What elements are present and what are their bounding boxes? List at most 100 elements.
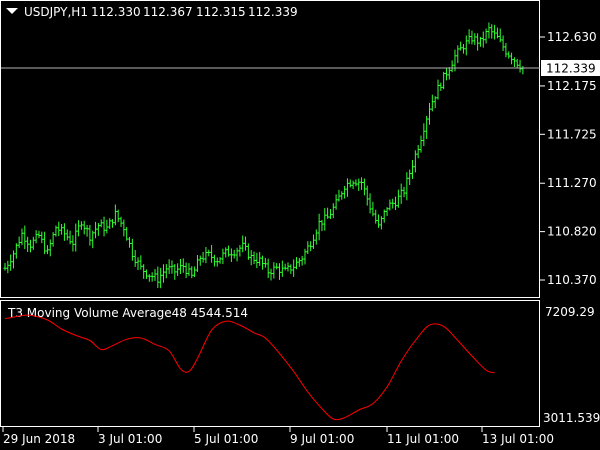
ohlc-bar [507,51,511,59]
ohlc-bar [439,82,443,91]
ohlc-bar [394,196,398,211]
ohlc-bar [102,216,106,237]
ohlc-bar [272,262,276,279]
ohlc-bar [28,239,32,253]
ohlc-bar [379,216,383,230]
ohlc-bar [181,258,185,273]
ohlc-bar [37,230,41,239]
ohlc-bar [45,245,49,255]
ohlc-bar [303,248,307,265]
ohlc-bar [266,258,270,279]
ohlc-bar [263,257,267,268]
ohlc-bar [419,135,423,153]
ohlc-bar [235,247,239,262]
ohlc-bar [416,144,420,159]
ohlc-bar [201,251,205,263]
indicator-max-label: 7209.29 [545,305,595,319]
ohlc-bar [227,245,231,257]
ohlc-bar [133,249,137,267]
ohlc-bar [354,179,358,187]
ohlc-bar [504,43,508,58]
ohlc-bar [374,209,378,224]
ohlc-bar [3,262,7,271]
ohlc-bar [464,35,468,56]
ohlc-bar [289,264,293,274]
ohlc-bar [249,250,253,266]
ohlc-bar [442,71,446,90]
ohlc-bar [85,224,89,237]
ohlc-bar [521,65,525,75]
time-tick-label: 13 Jul 01:00 [482,432,554,446]
ohlc-bar [77,220,81,237]
main-panel-frame [0,0,540,298]
ohlc-bar [343,185,347,199]
ohlc-bar [371,201,375,217]
ohlc-bar [261,255,265,270]
ohlc-bar [433,96,437,109]
ohlc-bar [459,41,463,51]
ohlc-bar [60,223,64,235]
ohlc-bar [187,263,191,277]
ohlc-bar [320,219,324,232]
time-tick-label: 3 Jul 01:00 [98,432,162,446]
ohlc-bar [176,263,180,277]
ohlc-bar [405,172,409,201]
ohlc-bar [111,219,115,228]
ohlc-bar [345,178,349,197]
ohlc-bar [512,57,516,68]
ohlc-bar [164,264,168,279]
chart-window[interactable]: 112.630 112.175 111.725 111.270 110.820 110.3… [0,0,600,450]
ohlc-bar [145,269,148,279]
chart-header-low: 112.315 [196,5,246,19]
ohlc-bar [210,245,214,263]
price-tick-label: 111.270 [547,176,597,190]
ohlc-bar [456,45,460,64]
ohlc-bar [178,258,182,274]
ohlc-bar [150,272,154,282]
ohlc-bar [221,248,225,265]
ohlc-bar [461,44,465,54]
ohlc-bar [495,27,499,39]
ohlc-bar [292,259,296,277]
ohlc-bar [68,230,72,245]
ohlc-bar [241,235,245,253]
ohlc-bar [14,243,18,259]
dropdown-arrow-icon[interactable] [6,8,18,14]
ohlc-bar [314,229,318,245]
ohlc-bar [323,208,327,231]
ohlc-bar [62,223,66,241]
ohlc-bar [142,264,146,279]
ohlc-bar [26,236,30,252]
ohlc-bar [128,236,132,248]
ohlc-bar [17,236,21,248]
ohlc-bar [252,251,256,265]
ohlc-bar [40,231,44,244]
ohlc-bar [391,198,395,209]
chart-header-open: 112.330 [91,5,141,19]
ohlc-bar [478,36,482,47]
ohlc-bar [91,230,95,249]
ohlc-bar [317,213,321,241]
ohlc-bar [94,221,98,239]
ohlc-bar [207,249,211,257]
ohlc-bar [334,194,338,210]
ohlc-bar [365,185,369,206]
price-tick-label: 112.175 [547,79,597,93]
ohlc-bar [510,52,514,65]
ohlc-bar [385,207,389,217]
ohlc-bar [311,234,315,249]
time-tick-label: 5 Jul 01:00 [194,432,258,446]
ohlc-bar [23,225,27,250]
ohlc-bar [139,255,143,270]
ohlc-bar [408,169,412,186]
ohlc-bar [48,239,52,257]
ohlc-bar [300,255,304,266]
ohlc-bar [11,250,15,269]
ohlc-bar [326,207,330,219]
ohlc-bar [402,186,406,198]
ohlc-bar [65,229,69,241]
ohlc-bar [193,266,197,278]
price-tick-label: 111.725 [547,127,597,141]
ohlc-bar [218,257,222,264]
ohlc-bar [515,58,519,68]
